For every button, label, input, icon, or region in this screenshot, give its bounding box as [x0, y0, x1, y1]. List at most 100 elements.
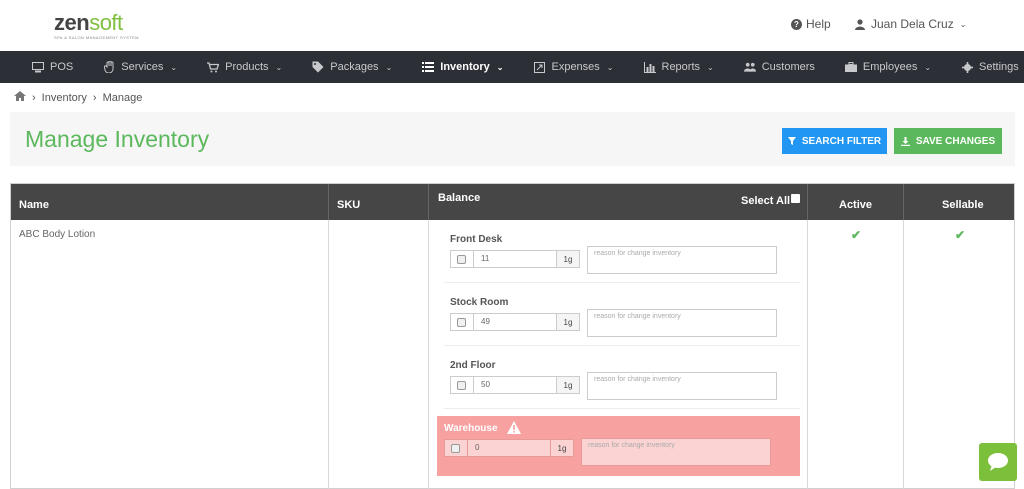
column-divider [328, 220, 329, 489]
filter-icon [787, 137, 796, 145]
nav-item-products[interactable]: Products ⌄ [207, 51, 282, 83]
search-filter-label: SEARCH FILTER [801, 135, 882, 147]
active-check-icon[interactable]: ✔ [851, 228, 861, 242]
question-circle-icon: ? [791, 18, 802, 30]
quantity-value[interactable]: 49 [481, 317, 490, 326]
location-checkbox[interactable] [457, 381, 466, 390]
nav-label: Expenses [551, 61, 600, 73]
home-icon[interactable] [14, 91, 26, 104]
chevron-down-icon: ⌄ [924, 62, 932, 72]
unit-label: 1g [550, 440, 573, 456]
header-label: SKU [337, 199, 361, 211]
search-filter-button[interactable]: SEARCH FILTER [782, 128, 887, 154]
column-header-sellable[interactable]: Sellable [904, 184, 1014, 220]
unit-label: 1g [556, 314, 579, 330]
hand-icon [103, 61, 115, 73]
nav-label: Customers [761, 61, 815, 73]
location-front-desk: Front Desk 11 1g reason for change inven… [444, 220, 800, 283]
nav-item-inventory[interactable]: Inventory ⌄ [422, 51, 503, 83]
nav-label: Services [121, 61, 164, 73]
list-icon [422, 61, 435, 73]
bar-chart-icon [643, 61, 656, 73]
download-icon [900, 136, 910, 146]
column-header-balance: Balance Select All [429, 184, 808, 220]
user-menu[interactable]: Juan Dela Cruz ⌄ [855, 17, 966, 31]
save-changes-button[interactable]: SAVE CHANGES [894, 128, 1002, 154]
nav-label: Employees [862, 61, 918, 73]
column-header-active[interactable]: Active [808, 184, 904, 220]
quantity-field[interactable]: 0 1g [444, 439, 574, 457]
breadcrumb-inventory[interactable]: Inventory [42, 92, 87, 104]
help-link[interactable]: ? Help [791, 17, 831, 31]
divider [473, 251, 474, 267]
location-checkbox[interactable] [457, 318, 466, 327]
breadcrumb-manage: Manage [102, 91, 143, 104]
chevron-right-icon: › [92, 91, 97, 104]
reason-textarea[interactable]: reason for change inventory [587, 246, 777, 274]
quantity-value[interactable]: 50 [481, 380, 490, 389]
gear-icon [961, 61, 973, 73]
quantity-field[interactable]: 49 1g [450, 313, 580, 331]
table-header: Name SKU Balance Select All Active Sella… [11, 184, 1014, 220]
nav-item-reports[interactable]: Reports ⌄ [643, 51, 714, 83]
zensoft-logo[interactable]: zensoft SPA & SALON MANAGEMENT SYSTEM [54, 10, 139, 41]
reason-textarea[interactable]: reason for change inventory [581, 438, 771, 466]
nav-item-services[interactable]: Services ⌄ [103, 51, 177, 83]
chevron-down-icon: ⌄ [385, 62, 393, 72]
location-2nd-floor: 2nd Floor 50 1g reason for change invent… [444, 346, 800, 409]
users-icon [743, 61, 756, 73]
page-title-bar: Manage Inventory SEARCH FILTER SAVE CHAN… [10, 112, 1015, 166]
location-checkbox[interactable] [457, 255, 466, 264]
quantity-value[interactable]: 0 [475, 443, 479, 452]
chevron-down-icon: ⌄ [959, 19, 967, 29]
nav-item-settings[interactable]: Settings ⌄ [961, 51, 1024, 83]
location-label: Front Desk [450, 234, 503, 245]
chevron-right-icon: › [32, 91, 36, 104]
chevron-down-icon: ⌄ [496, 62, 504, 72]
nav-label: Packages [330, 61, 379, 73]
unit-label: 1g [556, 377, 579, 393]
nav-label: Inventory [440, 61, 490, 73]
location-label: Stock Room [450, 297, 509, 308]
divider [473, 377, 474, 393]
breadcrumb: › Inventory › Manage [14, 91, 142, 104]
chevron-down-icon: ⌄ [707, 62, 714, 72]
sellable-check-icon[interactable]: ✔ [955, 228, 965, 242]
divider [467, 440, 468, 456]
top-header: zensoft SPA & SALON MANAGEMENT SYSTEM ? … [0, 0, 1024, 51]
logo-main-text: zen [54, 10, 90, 35]
nav-item-customers[interactable]: Customers [743, 51, 815, 83]
location-checkbox[interactable] [451, 444, 460, 453]
location-label: Warehouse [444, 423, 498, 434]
nav-item-employees[interactable]: Employees ⌄ [844, 51, 932, 83]
cart-icon [207, 61, 220, 73]
select-all-label: Select All [741, 195, 791, 207]
expenses-icon [533, 61, 545, 73]
chevron-down-icon: ⌄ [275, 62, 283, 72]
quantity-field[interactable]: 11 1g [450, 250, 580, 268]
chat-button[interactable] [979, 443, 1017, 481]
quantity-value[interactable]: 11 [481, 254, 489, 263]
page-title: Manage Inventory [25, 126, 210, 152]
logo-accent-text: soft [89, 10, 123, 35]
reason-textarea[interactable]: reason for change inventory [587, 372, 777, 400]
chevron-down-icon: ⌄ [606, 62, 614, 72]
nav-label: Products [225, 61, 269, 73]
select-all-checkbox[interactable] [791, 194, 800, 203]
pos-icon [32, 61, 44, 73]
reason-textarea[interactable]: reason for change inventory [587, 309, 777, 337]
quantity-field[interactable]: 50 1g [450, 376, 580, 394]
nav-item-pos[interactable]: POS [32, 51, 73, 83]
column-header-sku[interactable]: SKU [329, 184, 429, 220]
tag-icon [312, 61, 324, 73]
nav-item-expenses[interactable]: Expenses ⌄ [533, 51, 614, 83]
column-header-name[interactable]: Name [11, 184, 329, 220]
product-name[interactable]: ABC Body Lotion [19, 229, 95, 240]
user-name: Juan Dela Cruz [871, 17, 954, 31]
warning-icon [507, 421, 521, 439]
main-nav: POS Services ⌄ Products ⌄ Packages ⌄ Inv… [0, 51, 1024, 83]
nav-item-packages[interactable]: Packages ⌄ [312, 51, 392, 83]
header-label: Active [839, 199, 873, 211]
column-divider [428, 220, 429, 489]
save-changes-label: SAVE CHANGES [915, 135, 996, 147]
